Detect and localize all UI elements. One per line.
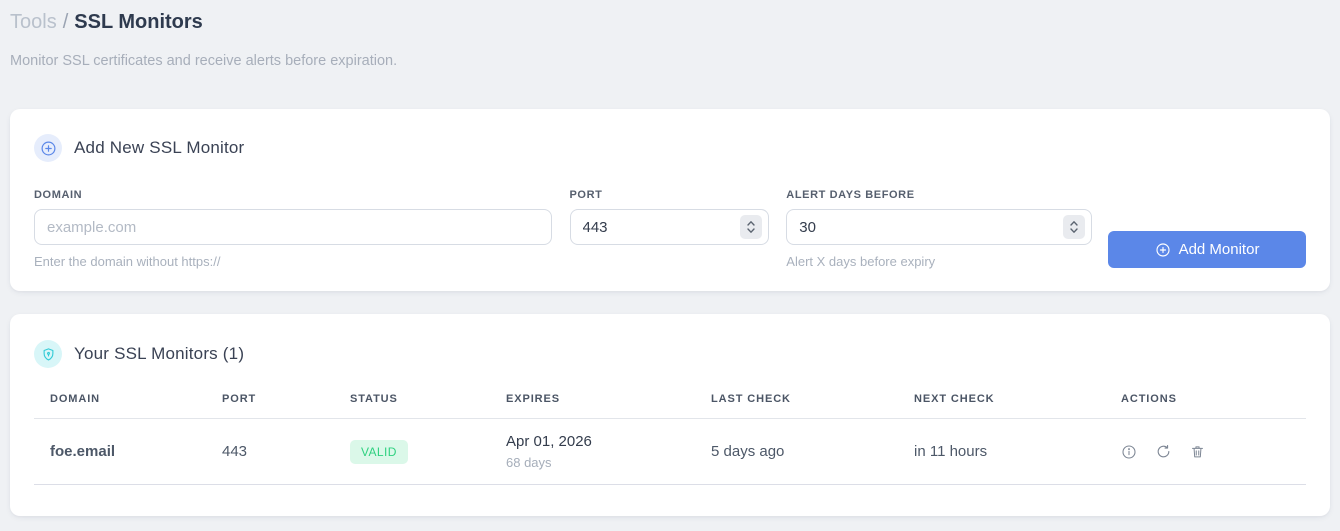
alert-days-label: ALERT DAYS BEFORE (786, 189, 915, 201)
monitor-domain: foe.email (34, 418, 206, 485)
expires-days-remaining: 68 days (506, 455, 552, 470)
monitors-table: DOMAIN PORT STATUS EXPIRES LAST CHECK NE… (34, 385, 1306, 485)
monitor-next-check[interactable]: in 11 hours (898, 418, 1105, 485)
column-header-status: STATUS (334, 385, 490, 419)
alert-days-help-text: Alert X days before expiry (786, 254, 936, 269)
table-row: foe.email 443 VALID Apr 01, 2026 68 days… (34, 418, 1306, 485)
add-monitor-button[interactable]: Add Monitor (1108, 231, 1306, 268)
domain-help-text: Enter the domain without https:// (34, 254, 221, 269)
monitor-actions-cell (1105, 418, 1306, 485)
add-monitor-title: Add New SSL Monitor (74, 138, 245, 157)
refresh-icon[interactable] (1156, 444, 1171, 459)
column-header-next-check: NEXT CHECK (898, 385, 1105, 419)
monitors-card-header: Your SSL Monitors (1) (34, 340, 1306, 368)
domain-field-group: DOMAIN Enter the domain without https:// (34, 189, 552, 269)
page-title: SSL Monitors (74, 11, 203, 33)
domain-label: DOMAIN (34, 189, 83, 201)
page: Tools / SSL Monitors Monitor SSL certifica… (0, 0, 1340, 516)
breadcrumb-parent[interactable]: Tools (10, 11, 57, 33)
column-header-port: PORT (206, 385, 334, 419)
breadcrumb-separator: / (62, 11, 69, 33)
monitor-last-check: 5 days ago (695, 418, 898, 485)
monitors-card: Your SSL Monitors (1) DOMAIN PORT STATUS… (10, 314, 1330, 516)
plus-circle-icon (1155, 242, 1171, 258)
add-monitor-button-label: Add Monitor (1178, 241, 1260, 258)
alert-days-field-group: ALERT DAYS BEFORE Alert X days before ex… (786, 189, 1092, 269)
port-label: PORT (569, 189, 603, 201)
monitor-expires-cell: Apr 01, 2026 68 days (490, 418, 695, 485)
monitors-title: Your SSL Monitors (1) (74, 344, 245, 363)
column-header-actions: ACTIONS (1105, 385, 1306, 419)
status-badge: VALID (350, 439, 408, 464)
port-stepper[interactable] (740, 215, 763, 239)
alert-days-input[interactable] (786, 209, 1092, 245)
column-header-last-check: LAST CHECK (695, 385, 898, 419)
alert-days-stepper[interactable] (1063, 215, 1085, 239)
breadcrumb: Tools / SSL Monitors (10, 8, 1330, 36)
plus-circle-icon (34, 134, 62, 162)
page-subtitle: Monitor SSL certificates and receive ale… (10, 53, 398, 69)
monitor-status-cell: VALID (334, 418, 490, 485)
info-icon[interactable] (1121, 444, 1137, 460)
port-field-group: PORT (569, 189, 770, 269)
table-header-row: DOMAIN PORT STATUS EXPIRES LAST CHECK NE… (34, 385, 1306, 419)
shield-lock-icon (34, 340, 62, 368)
expires-date: Apr 01, 2026 (506, 433, 592, 450)
column-header-domain: DOMAIN (34, 385, 206, 419)
trash-icon[interactable] (1190, 444, 1205, 459)
monitor-port: 443 (206, 418, 334, 485)
add-monitor-card-header: Add New SSL Monitor (34, 134, 1306, 162)
domain-input[interactable] (34, 209, 552, 245)
add-monitor-card: Add New SSL Monitor DOMAIN Enter the dom… (10, 109, 1330, 291)
add-monitor-form: DOMAIN Enter the domain without https://… (34, 189, 1306, 269)
submit-column: Add Monitor (1108, 189, 1306, 269)
column-header-expires: EXPIRES (490, 385, 695, 419)
